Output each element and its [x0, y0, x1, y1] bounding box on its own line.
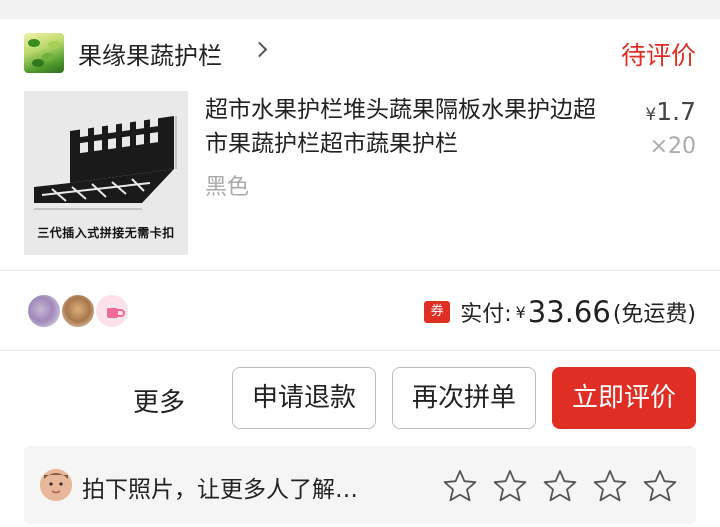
more-button[interactable]: 更多	[133, 382, 185, 419]
refund-button[interactable]: 申请退款	[232, 367, 376, 429]
review-prompt-text[interactable]: 拍下照片，让更多人了解…	[82, 470, 358, 504]
star-icon[interactable]	[492, 468, 528, 504]
star-icon[interactable]	[442, 468, 478, 504]
shop-name[interactable]: 果缘果蔬护栏	[78, 36, 222, 71]
price-value: 1.7	[656, 97, 696, 126]
avatar[interactable]	[60, 293, 96, 329]
star-icon[interactable]	[592, 468, 628, 504]
avatar[interactable]	[26, 293, 62, 329]
cup-icon	[107, 308, 125, 318]
shipping-note: (免运费)	[612, 302, 696, 327]
divider	[0, 350, 720, 351]
chevron-right-icon[interactable]	[251, 41, 268, 58]
product-spec: 黑色	[205, 175, 250, 200]
child-face-icon	[40, 469, 72, 501]
review-button[interactable]: 立即评价	[552, 367, 696, 429]
star-icon[interactable]	[642, 468, 678, 504]
divider	[0, 270, 720, 271]
avatar[interactable]	[94, 293, 130, 329]
product-title[interactable]: 超市水果护栏堆头蔬果隔板水果护边超市果蔬护栏超市蔬果护栏	[205, 93, 605, 161]
shop-header[interactable]: 果缘果蔬护栏 待评价	[0, 19, 720, 85]
order-card: 果缘果蔬护栏 待评价 三代插入式拼接无需卡扣 超市水果护栏堆头蔬果隔板水果护边超…	[0, 19, 720, 527]
product-image-caption: 三代插入式拼接无需卡扣	[37, 226, 175, 240]
coupon-badge: 券	[424, 301, 451, 323]
regroup-button[interactable]: 再次拼单	[392, 367, 536, 429]
avatar	[40, 469, 72, 501]
order-status: 待评价	[620, 41, 696, 70]
star-icon[interactable]	[542, 468, 578, 504]
paid-label: 实付:	[460, 302, 512, 327]
price-currency: ¥	[645, 105, 657, 125]
product-price: ¥1.7	[645, 97, 696, 126]
order-total: 券 实付: ¥ 33.66 (免运费)	[424, 294, 696, 330]
product-quantity: ×20	[649, 134, 696, 159]
paid-currency: ¥	[515, 302, 526, 322]
product-image[interactable]: 三代插入式拼接无需卡扣	[24, 91, 188, 255]
star-rating[interactable]	[442, 468, 678, 504]
review-prompt-bar[interactable]: 拍下照片，让更多人了解…	[24, 446, 696, 524]
paid-amount: 33.66	[527, 295, 611, 329]
shop-logo-icon[interactable]	[24, 33, 64, 73]
